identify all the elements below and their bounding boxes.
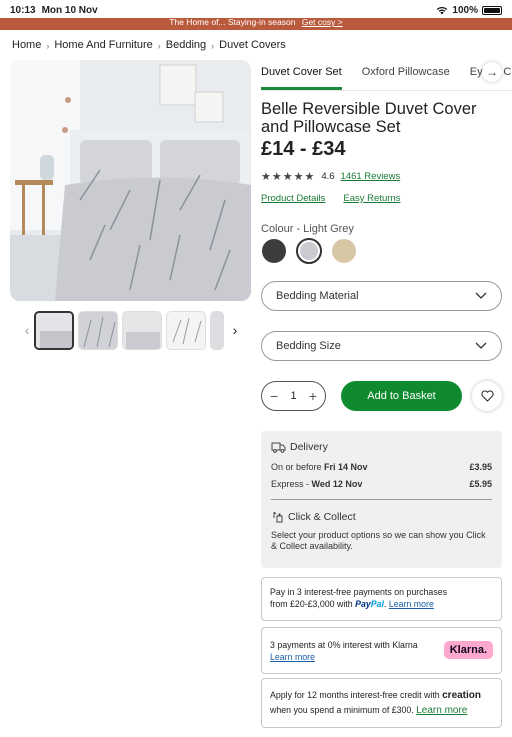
tab-oxford-pillowcase[interactable]: Oxford Pillowcase [362,58,450,90]
breadcrumb-bedding[interactable]: Bedding [166,39,206,51]
click-collect-description: Select your product options so we can sh… [271,530,486,551]
wifi-icon [437,6,448,14]
product-title: Belle Reversible Duvet Cover and Pillowc… [261,100,477,136]
paypal-learn-more-link[interactable]: Learn more [389,599,434,609]
klarna-payment-box: 3 payments at 0% interest with Klarna Le… [261,627,502,674]
paypal-line1: Pay in 3 interest-free payments on purch… [270,587,448,597]
bedding-material-select[interactable]: Bedding Material [261,281,502,311]
divider [271,499,492,500]
breadcrumb-separator-icon: › [211,41,215,51]
chevron-down-icon [475,342,487,349]
express-delivery-date: Wed 12 Nov [311,479,363,489]
express-delivery-row: Express - Wed 12 Nov £5.95 [271,479,492,489]
tabs-next-arrow-icon[interactable]: → [482,62,502,82]
colour-swatches [261,238,356,264]
promo-link[interactable]: Get cosy > [302,18,343,27]
quantity-stepper: − 1 + [261,381,326,411]
tab-duvet-cover-set[interactable]: Duvet Cover Set [261,58,342,90]
standard-delivery-date: Fri 14 Nov [324,462,368,472]
status-bar: 10:13 Mon 10 Nov 100% [0,0,512,20]
paypal-logo-pay: Pay [355,599,371,609]
creation-line2: when you spend a minimum of £300. [270,705,414,715]
status-time: 10:13 [10,4,36,16]
breadcrumb-home[interactable]: Home [12,39,41,51]
paypal-line2-prefix: from £20-£3,000 with [270,599,356,609]
quantity-value[interactable]: 1 [290,390,296,402]
standard-delivery-price: £3.95 [469,462,492,472]
colour-label: Colour - Light Grey [261,223,354,235]
thumbnail-5[interactable] [210,310,224,350]
heart-icon [480,390,494,402]
minus-icon[interactable]: − [270,388,278,404]
thumbnail-4[interactable] [166,310,206,350]
click-collect-heading-text: Click & Collect [288,510,356,523]
swatch-natural[interactable] [332,239,356,263]
delivery-truck-icon [271,442,286,453]
creation-learn-more-link[interactable]: Learn more [416,705,467,716]
thumbnail-image [167,311,205,349]
express-delivery-price: £5.95 [469,479,492,489]
standard-delivery-row: On or before Fri 14 Nov £3.95 [271,462,492,472]
add-to-basket-button[interactable]: Add to Basket [341,381,462,411]
breadcrumb-separator-icon: › [46,41,50,51]
delivery-heading: Delivery [271,441,492,453]
creation-line1: Apply for 12 months interest-free credit… [270,690,443,700]
promo-text: The Home of... Staying-in season [169,18,296,27]
thumbnail-2[interactable] [78,310,118,350]
info-links: Product Details Easy Returns [261,193,400,204]
thumbnail-image [36,312,72,348]
paypal-line2: from £20-£3,000 with PayPal. Learn more [270,599,434,609]
delivery-info-box: Delivery On or before Fri 14 Nov £3.95 E… [261,431,502,568]
breadcrumb-duvet-covers[interactable]: Duvet Covers [219,39,286,51]
bedding-size-label: Bedding Size [276,340,341,352]
thumbnail-strip: ‹ › [20,310,250,350]
wishlist-button[interactable] [472,381,502,411]
klarna-logo: Klarna. [443,641,493,659]
creation-logo: creation [442,690,482,701]
reviews-link[interactable]: 1461 Reviews [341,171,401,182]
easy-returns-link[interactable]: Easy Returns [343,193,400,204]
rating-row: ★★★★★ 4.6 1461 Reviews [261,170,400,183]
product-details-link[interactable]: Product Details [261,193,325,204]
standard-delivery-prefix: On or before [271,462,325,472]
product-main-image[interactable] [10,60,251,301]
bedding-material-label: Bedding Material [276,290,359,302]
express-delivery-prefix: Express - [271,479,312,489]
product-tabs: Duvet Cover Set Oxford Pillowcase Eyelet… [261,58,512,91]
battery-percent: 100% [452,4,478,16]
breadcrumb-home-furniture[interactable]: Home And Furniture [54,39,152,51]
thumbnail-image [123,311,161,349]
swatch-light-grey[interactable] [296,238,322,264]
creation-credit-box: Apply for 12 months interest-free credit… [261,678,502,728]
chevron-down-icon [475,292,487,299]
battery-icon [482,5,502,15]
plus-icon[interactable]: + [309,388,317,404]
product-price: £14 - £34 [261,138,346,160]
click-collect-heading: Click & Collect [271,510,492,523]
thumbnail-1[interactable] [34,310,74,350]
breadcrumb: Home › Home And Furniture › Bedding › Du… [12,38,286,52]
thumbnail-3[interactable] [122,310,162,350]
paypal-logo: PayPal [355,599,384,609]
star-rating-icon: ★★★★★ [261,171,316,183]
bedroom-photo [10,60,251,301]
paypal-payment-box: Pay in 3 interest-free payments on purch… [261,577,502,621]
click-collect-icon [273,511,283,523]
breadcrumb-separator-icon: › [157,41,161,51]
thumbnail-image [79,311,117,349]
paypal-logo-pal: Pal [370,599,384,609]
rating-value: 4.6 [321,171,335,182]
status-right: 100% [436,5,502,16]
delivery-heading-text: Delivery [290,441,328,453]
swatch-dark-grey[interactable] [262,239,286,263]
promo-banner[interactable]: The Home of... Staying-in season Get cos… [0,18,512,30]
thumbnail-image [211,311,223,349]
thumbnail-next-icon[interactable]: › [228,320,242,340]
bedding-size-select[interactable]: Bedding Size [261,331,502,361]
thumbnail-prev-icon[interactable]: ‹ [20,320,34,340]
status-date: Mon 10 Nov [41,4,98,16]
